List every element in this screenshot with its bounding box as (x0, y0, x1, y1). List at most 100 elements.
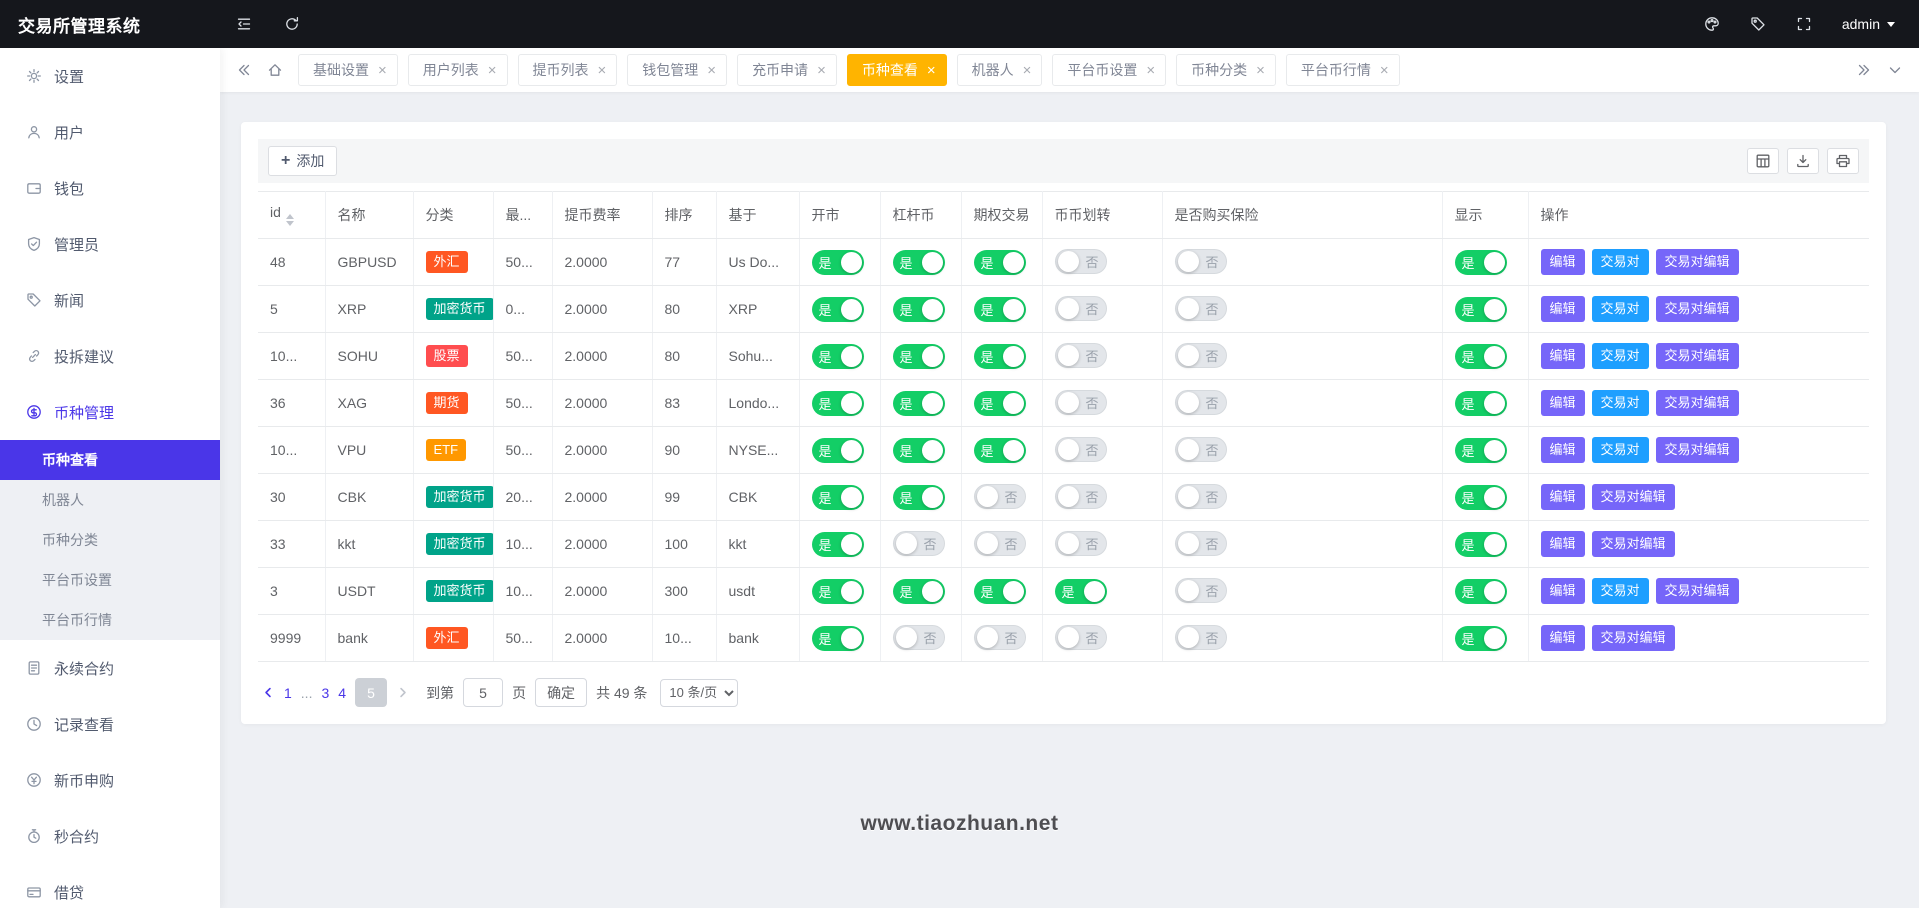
sidebar-item-new-coin[interactable]: 新币申购 (0, 752, 220, 808)
theme-icon[interactable] (1704, 16, 1720, 32)
scroll-tabs-right-icon[interactable] (1856, 62, 1872, 78)
toggle-show[interactable]: 是 (1454, 390, 1507, 416)
edit-button[interactable]: 编辑 (1540, 531, 1585, 557)
prev-page-icon[interactable] (262, 686, 275, 699)
close-tab-icon[interactable]: × (1256, 63, 1265, 78)
tag-icon[interactable] (1750, 16, 1766, 32)
toggle-transfer[interactable]: 否 (1054, 296, 1107, 321)
sidebar-subitem-coin-view[interactable]: 币种查看 (0, 440, 220, 480)
edit-button[interactable]: 编辑 (1540, 343, 1585, 369)
toggle-show[interactable]: 是 (1454, 343, 1507, 369)
sidebar-subitem-coin-category[interactable]: 币种分类 (0, 520, 220, 560)
toggle-show[interactable]: 是 (1454, 531, 1507, 557)
user-menu[interactable]: admin (1842, 16, 1895, 32)
tab-basic-settings[interactable]: 基础设置 × (298, 54, 398, 86)
toggle-option[interactable]: 是 (973, 343, 1026, 369)
toggle-insurance[interactable]: 否 (1174, 343, 1227, 368)
toggle-transfer[interactable]: 否 (1054, 437, 1107, 462)
edit-button[interactable]: 编辑 (1540, 390, 1585, 416)
pair-edit-button[interactable]: 交易对编辑 (1591, 484, 1675, 510)
toggle-lever[interactable]: 是 (892, 484, 945, 510)
toggle-lever[interactable]: 否 (892, 531, 945, 556)
toggle-show[interactable]: 是 (1454, 484, 1507, 510)
toggle-show[interactable]: 是 (1454, 296, 1507, 322)
edit-button[interactable]: 编辑 (1540, 484, 1585, 510)
page-1[interactable]: 1 (284, 685, 292, 701)
toggle-show[interactable]: 是 (1454, 249, 1507, 275)
close-tab-icon[interactable]: × (1023, 63, 1032, 78)
pair-button[interactable]: 交易对 (1591, 296, 1649, 322)
sidebar-item-users[interactable]: 用户 (0, 104, 220, 160)
toggle-open[interactable]: 是 (811, 390, 864, 416)
toggle-lever[interactable]: 是 (892, 343, 945, 369)
pair-edit-button[interactable]: 交易对编辑 (1655, 437, 1739, 463)
add-button[interactable]: + 添加 (268, 146, 338, 176)
pair-edit-button[interactable]: 交易对编辑 (1591, 531, 1675, 557)
pair-edit-button[interactable]: 交易对编辑 (1591, 625, 1675, 651)
edit-button[interactable]: 编辑 (1540, 296, 1585, 322)
collapse-sidebar-icon[interactable] (236, 16, 252, 32)
toggle-show[interactable]: 是 (1454, 578, 1507, 604)
pair-edit-button[interactable]: 交易对编辑 (1655, 343, 1739, 369)
sidebar-item-advice[interactable]: 投拆建议 (0, 328, 220, 384)
tab-coin-view[interactable]: 币种查看 × (846, 54, 947, 86)
page-size-select[interactable]: 10 条/页 (660, 678, 739, 707)
sidebar-subitem-platform-coin-settings[interactable]: 平台币设置 (0, 560, 220, 600)
toggle-transfer[interactable]: 否 (1054, 484, 1107, 509)
toggle-open[interactable]: 是 (811, 296, 864, 322)
toggle-option[interactable]: 是 (973, 296, 1026, 322)
toggle-transfer[interactable]: 是 (1054, 578, 1107, 604)
tab-platform-coin-settings[interactable]: 平台币设置 × (1052, 54, 1167, 86)
toggle-lever[interactable]: 是 (892, 578, 945, 604)
toggle-lever[interactable]: 是 (892, 390, 945, 416)
columns-icon[interactable] (1747, 148, 1779, 174)
toggle-insurance[interactable]: 否 (1174, 531, 1227, 556)
toggle-insurance[interactable]: 否 (1174, 484, 1227, 509)
toggle-transfer[interactable]: 否 (1054, 249, 1107, 274)
pair-button[interactable]: 交易对 (1591, 390, 1649, 416)
toggle-option[interactable]: 是 (973, 390, 1026, 416)
toggle-open[interactable]: 是 (811, 437, 864, 463)
toggle-transfer[interactable]: 否 (1054, 625, 1107, 650)
toggle-insurance[interactable]: 否 (1174, 390, 1227, 415)
goto-page-input[interactable] (463, 678, 504, 707)
toggle-option[interactable]: 是 (973, 437, 1026, 463)
toggle-open[interactable]: 是 (811, 249, 864, 275)
toggle-lever[interactable]: 是 (892, 296, 945, 322)
pair-button[interactable]: 交易对 (1591, 578, 1649, 604)
sidebar-item-perpetual[interactable]: 永续合约 (0, 640, 220, 696)
toggle-insurance[interactable]: 否 (1174, 249, 1227, 274)
pair-button[interactable]: 交易对 (1591, 343, 1649, 369)
tab-deposit-request[interactable]: 充币申请 × (737, 54, 837, 86)
toggle-option[interactable]: 否 (973, 625, 1026, 650)
edit-button[interactable]: 编辑 (1540, 578, 1585, 604)
pair-edit-button[interactable]: 交易对编辑 (1655, 390, 1739, 416)
toggle-open[interactable]: 是 (811, 531, 864, 557)
home-icon[interactable] (267, 62, 283, 78)
sidebar-item-currency-mgmt[interactable]: 币种管理 (0, 384, 220, 440)
sidebar-item-news[interactable]: 新闻 (0, 272, 220, 328)
pair-edit-button[interactable]: 交易对编辑 (1655, 249, 1739, 275)
next-page-icon[interactable] (396, 686, 409, 699)
toggle-transfer[interactable]: 否 (1054, 390, 1107, 415)
toggle-insurance[interactable]: 否 (1174, 296, 1227, 321)
sidebar-subitem-platform-coin-market[interactable]: 平台币行情 (0, 600, 220, 640)
page-4[interactable]: 4 (338, 685, 346, 701)
scroll-tabs-left-icon[interactable] (236, 62, 252, 78)
toggle-transfer[interactable]: 否 (1054, 531, 1107, 556)
sort-icon[interactable] (285, 214, 294, 226)
close-tab-icon[interactable]: × (488, 63, 497, 78)
toggle-option[interactable]: 否 (973, 531, 1026, 556)
sidebar-item-records[interactable]: 记录查看 (0, 696, 220, 752)
close-tab-icon[interactable]: × (707, 63, 716, 78)
toggle-option[interactable]: 否 (973, 484, 1026, 509)
pair-edit-button[interactable]: 交易对编辑 (1655, 296, 1739, 322)
page-3[interactable]: 3 (321, 685, 329, 701)
toggle-option[interactable]: 是 (973, 578, 1026, 604)
tab-platform-coin-market[interactable]: 平台币行情 × (1285, 54, 1400, 86)
tab-coin-category[interactable]: 币种分类 × (1176, 54, 1276, 86)
toggle-lever[interactable]: 是 (892, 437, 945, 463)
toggle-insurance[interactable]: 否 (1174, 437, 1227, 462)
toggle-open[interactable]: 是 (811, 343, 864, 369)
toggle-show[interactable]: 是 (1454, 625, 1507, 651)
